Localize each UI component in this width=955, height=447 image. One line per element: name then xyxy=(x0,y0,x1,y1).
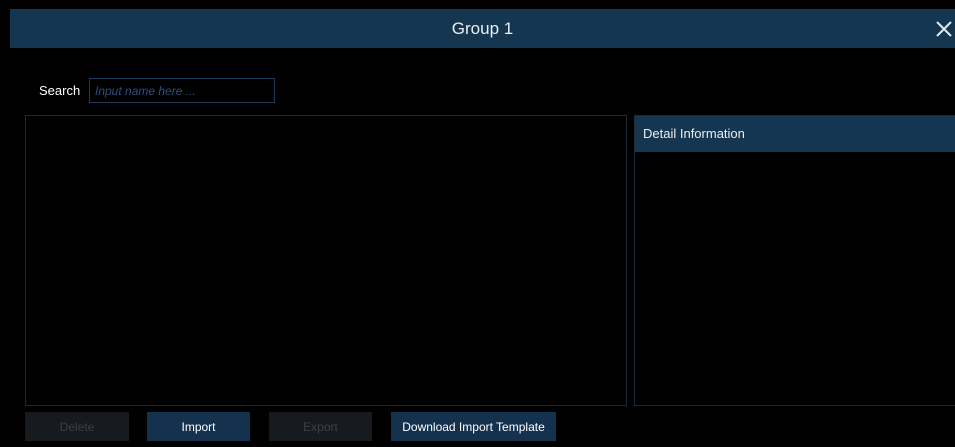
dialog-title: Group 1 xyxy=(451,19,514,38)
close-button[interactable] xyxy=(933,9,955,48)
close-icon xyxy=(936,21,952,37)
detail-information-panel: Detail Information xyxy=(634,115,955,406)
dialog-titlebar: Group 1 xyxy=(10,9,955,48)
detail-information-header: Detail Information xyxy=(635,116,955,152)
export-button[interactable]: Export xyxy=(269,412,372,441)
download-import-template-button[interactable]: Download Import Template xyxy=(391,412,556,441)
delete-button[interactable]: Delete xyxy=(25,412,129,441)
search-input[interactable] xyxy=(89,78,275,103)
import-button[interactable]: Import xyxy=(147,412,250,441)
group-member-list[interactable] xyxy=(25,115,627,406)
search-label: Search xyxy=(39,83,81,98)
